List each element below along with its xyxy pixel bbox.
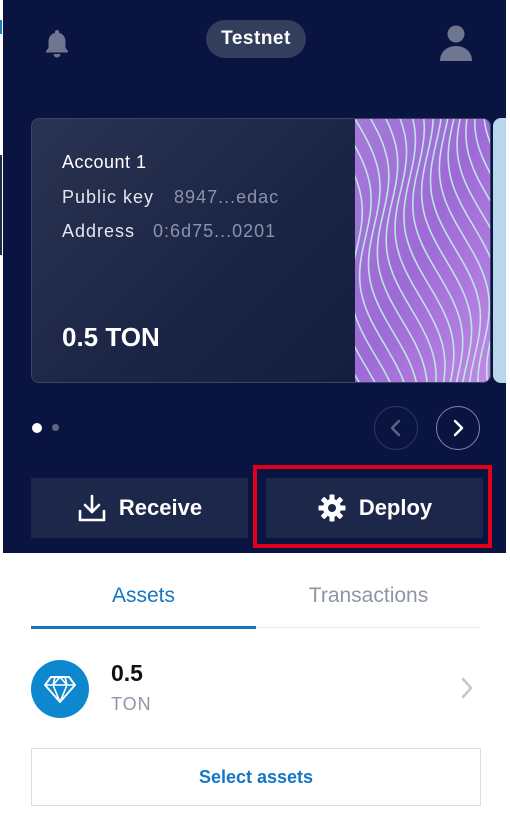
- chevron-right-icon[interactable]: [459, 676, 475, 705]
- public-key-row: Public key 8947...edac: [62, 187, 279, 208]
- deploy-highlight-box: [253, 465, 492, 548]
- carousel-dot[interactable]: [52, 424, 59, 431]
- app-window: Testnet Account 1 Public key 8947...edac …: [0, 0, 510, 840]
- active-tab-indicator: [31, 626, 256, 629]
- address-row: Address 0:6d75...0201: [62, 221, 276, 242]
- public-key-label: Public key: [62, 187, 155, 207]
- select-assets-button[interactable]: Select assets: [31, 748, 481, 806]
- chevron-right-icon: [453, 419, 464, 437]
- bell-icon[interactable]: [43, 28, 71, 58]
- asset-symbol: TON: [111, 694, 152, 714]
- account-name: Account 1: [62, 152, 147, 172]
- download-icon: [78, 494, 106, 522]
- diamond-icon: [31, 660, 89, 718]
- card-wave-art: [355, 119, 490, 382]
- address-label: Address: [62, 221, 136, 241]
- receive-label: Receive: [118, 495, 203, 520]
- carousel-next-button[interactable]: [436, 406, 480, 450]
- receive-button[interactable]: Receive: [31, 478, 248, 538]
- account-balance: 0.5 TON: [62, 322, 160, 352]
- address-value[interactable]: 0:6d75...0201: [153, 221, 276, 241]
- account-card[interactable]: Account 1 Public key 8947...edac Address 0…: [31, 118, 491, 383]
- edge-artifact: [0, 155, 2, 255]
- asset-amount[interactable]: 0.5: [111, 660, 143, 687]
- wallet-panel: Testnet Account 1 Public key 8947...edac …: [3, 0, 506, 840]
- tab-transactions[interactable]: Transactions: [256, 565, 481, 627]
- user-icon[interactable]: [439, 24, 473, 62]
- next-account-card[interactable]: [493, 118, 506, 383]
- chevron-left-icon: [390, 419, 401, 437]
- carousel-dot-active[interactable]: [32, 423, 42, 433]
- network-switcher[interactable]: Testnet: [206, 20, 306, 58]
- tab-assets[interactable]: Assets: [31, 565, 256, 627]
- carousel-prev-button[interactable]: [374, 406, 418, 450]
- public-key-value[interactable]: 8947...edac: [174, 187, 279, 207]
- edge-artifact: [0, 20, 2, 34]
